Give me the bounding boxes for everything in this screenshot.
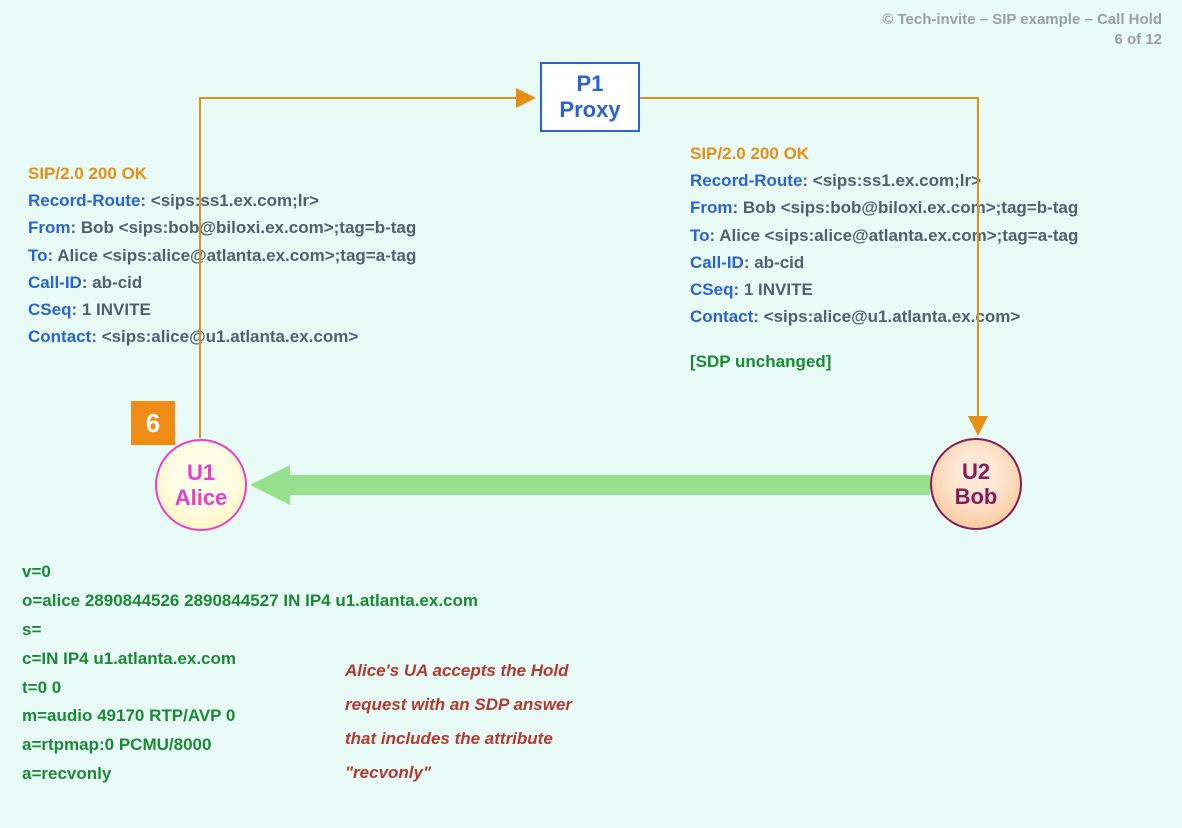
page-counter: 6 of 12: [882, 30, 1162, 50]
sip-header-name: To: [28, 246, 48, 265]
sip-header-value: : <sips:ss1.ex.com;lr>: [140, 191, 319, 210]
sip-header-row: Record-Route: <sips:ss1.ex.com;lr>: [690, 167, 1170, 194]
sip-header-row: Contact: <sips:alice@u1.atlanta.ex.com>: [690, 303, 1170, 330]
sip-header-name: CSeq: [690, 280, 733, 299]
sip-header-value: : <sips:ss1.ex.com;lr>: [802, 171, 981, 190]
sip-block-right: SIP/2.0 200 OK Record-Route: <sips:ss1.e…: [690, 140, 1170, 376]
sdp-line: s=: [22, 616, 478, 645]
sip-header-name: Contact: [28, 327, 91, 346]
sip-header-name: To: [690, 226, 710, 245]
sip-header-name: From: [28, 218, 71, 237]
sip-header-value: : <sips:alice@u1.atlanta.ex.com>: [753, 307, 1020, 326]
header-copyright: © Tech-invite – SIP example – Call Hold …: [882, 10, 1162, 49]
sip-header-value: : 1 INVITE: [733, 280, 812, 299]
sip-header-row: To: Alice <sips:alice@atlanta.ex.com>;ta…: [690, 222, 1170, 249]
alice-line1: U1: [187, 460, 215, 485]
sip-header-value: : Alice <sips:alice@atlanta.ex.com>;tag=…: [48, 246, 417, 265]
sip-header-row: From: Bob <sips:bob@biloxi.ex.com>;tag=b…: [28, 214, 548, 241]
bob-node: U2 Bob: [930, 438, 1022, 530]
sip-header-value: : Alice <sips:alice@atlanta.ex.com>;tag=…: [710, 226, 1079, 245]
step-badge: 6: [131, 401, 175, 445]
bob-line1: U2: [962, 459, 990, 484]
sdp-line: v=0: [22, 558, 478, 587]
sip-header-value: : ab-cid: [744, 253, 804, 272]
sip-header-value: : <sips:alice@u1.atlanta.ex.com>: [91, 327, 358, 346]
proxy-node: P1 Proxy: [540, 62, 640, 132]
sip-header-row: CSeq: 1 INVITE: [690, 276, 1170, 303]
sip-status-right: SIP/2.0 200 OK: [690, 140, 1170, 167]
sip-header-name: Contact: [690, 307, 753, 326]
alice-node: U1 Alice: [155, 439, 247, 531]
sip-header-value: : 1 INVITE: [71, 300, 150, 319]
sip-header-name: Record-Route: [690, 171, 802, 190]
sip-header-name: CSeq: [28, 300, 71, 319]
alice-line2: Alice: [175, 485, 228, 510]
sdp-line: o=alice 2890844526 2890844527 IN IP4 u1.…: [22, 587, 478, 616]
sip-header-value: : Bob <sips:bob@biloxi.ex.com>;tag=b-tag: [733, 198, 1079, 217]
sip-header-value: : ab-cid: [82, 273, 142, 292]
sdp-unchanged-note: [SDP unchanged]: [690, 348, 1170, 375]
copyright-text: © Tech-invite – SIP example – Call Hold: [882, 10, 1162, 30]
sip-header-row: From: Bob <sips:bob@biloxi.ex.com>;tag=b…: [690, 194, 1170, 221]
sip-header-row: Contact: <sips:alice@u1.atlanta.ex.com>: [28, 323, 548, 350]
bob-line2: Bob: [955, 484, 998, 509]
sip-header-row: CSeq: 1 INVITE: [28, 296, 548, 323]
sip-header-row: Call-ID: ab-cid: [690, 249, 1170, 276]
arrow-bob-to-alice: [250, 465, 930, 505]
step-number: 6: [146, 408, 160, 439]
explanation-text: Alice's UA accepts the Hold request with…: [345, 654, 605, 790]
sip-header-name: From: [690, 198, 733, 217]
sip-header-name: Call-ID: [690, 253, 744, 272]
sip-block-left: SIP/2.0 200 OK Record-Route: <sips:ss1.e…: [28, 160, 548, 350]
sip-header-value: : Bob <sips:bob@biloxi.ex.com>;tag=b-tag: [71, 218, 417, 237]
sip-header-name: Record-Route: [28, 191, 140, 210]
proxy-line1: P1: [542, 71, 638, 97]
sip-header-row: Call-ID: ab-cid: [28, 269, 548, 296]
sip-header-name: Call-ID: [28, 273, 82, 292]
proxy-line2: Proxy: [542, 97, 638, 123]
sip-header-row: To: Alice <sips:alice@atlanta.ex.com>;ta…: [28, 242, 548, 269]
sip-status-left: SIP/2.0 200 OK: [28, 160, 548, 187]
sip-header-row: Record-Route: <sips:ss1.ex.com;lr>: [28, 187, 548, 214]
